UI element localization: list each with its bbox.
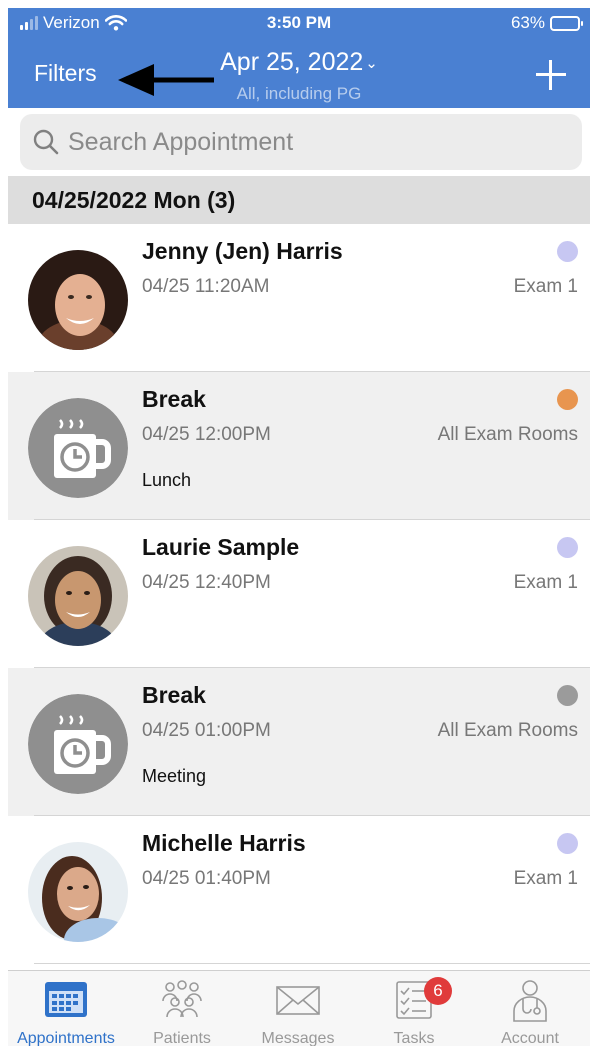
battery-icon (550, 15, 583, 31)
search-input[interactable] (68, 127, 548, 157)
row-divider (34, 963, 590, 964)
date-selector[interactable]: Apr 25, 2022 ⌄ (8, 48, 590, 77)
chevron-down-icon: ⌄ (365, 55, 378, 73)
break-mug-icon (28, 398, 128, 498)
appointment-note: Lunch (142, 470, 192, 490)
status-dot (557, 685, 578, 706)
tab-tasks[interactable]: 6 Tasks (356, 977, 472, 1046)
tab-label: Tasks (393, 1030, 435, 1046)
tab-label: Account (501, 1030, 559, 1046)
appointment-name: Break (142, 386, 206, 412)
appointment-name: Michelle Harris (142, 830, 306, 856)
tab-appointments[interactable]: Appointments (8, 979, 124, 1046)
appointment-time: 04/25 01:00PM (142, 720, 271, 741)
appointment-time: 04/25 11:20AM (142, 276, 270, 297)
tab-patients[interactable]: Patients (124, 979, 240, 1046)
appointment-row[interactable]: Michelle Harris 04/25 01:40PM Exam 1 (8, 816, 590, 964)
calendar-icon (45, 982, 87, 1017)
tasks-badge: 6 (424, 977, 452, 1005)
appointment-name: Laurie Sample (142, 534, 300, 560)
appointment-row[interactable]: Jenny (Jen) Harris 04/25 11:20AM Exam 1 (8, 224, 590, 372)
appointment-room: Exam 1 (513, 572, 578, 593)
appointment-room: All Exam Rooms (437, 424, 578, 445)
date-title: Apr 25, 2022 (220, 48, 364, 76)
status-bar: Verizon 3:50 PM 63% (8, 8, 590, 38)
battery-percent: 63% (510, 13, 545, 32)
appointment-room: All Exam Rooms (437, 720, 578, 741)
patients-icon (162, 980, 202, 1018)
status-dot (557, 537, 578, 558)
app-header: Verizon 3:50 PM 63% Filters Apr 25, 2022… (8, 8, 590, 108)
avatar (28, 250, 128, 350)
status-dot (557, 241, 578, 262)
appointment-name: Break (142, 682, 206, 708)
tab-messages[interactable]: Messages (240, 979, 356, 1046)
status-dot (557, 833, 578, 854)
status-dot (557, 389, 578, 410)
avatar (28, 842, 128, 942)
status-time: 3:50 PM (266, 13, 332, 32)
tab-account[interactable]: Account (472, 979, 588, 1046)
break-mug-icon (28, 694, 128, 794)
tab-bar: Appointments Patients Messages 6 Tasks A… (8, 970, 590, 1046)
appointment-row[interactable]: Break 04/25 01:00PM All Exam Rooms Meeti… (8, 668, 590, 816)
add-appointment-button[interactable] (536, 60, 566, 90)
appointment-room: Exam 1 (513, 276, 578, 297)
appointment-room: Exam 1 (513, 868, 578, 889)
avatar (28, 546, 128, 646)
appointment-note: Meeting (142, 766, 207, 786)
appointment-list: Jenny (Jen) Harris 04/25 11:20AM Exam 1 … (8, 224, 590, 970)
appointment-row[interactable]: Break 04/25 12:00PM All Exam Rooms Lunch (8, 372, 590, 520)
appointment-time: 04/25 01:40PM (142, 868, 271, 889)
tab-label: Appointments (17, 1030, 115, 1046)
search-bar (20, 114, 582, 170)
battery-indicator: 63% (510, 13, 583, 33)
tab-label: Patients (153, 1030, 211, 1046)
envelope-icon (276, 986, 320, 1015)
appointment-row[interactable]: Laurie Sample 04/25 12:40PM Exam 1 (8, 520, 590, 668)
day-header: 04/25/2022 Mon (3) (8, 176, 590, 224)
search-icon (33, 129, 59, 155)
filter-subtitle: All, including PG (236, 84, 362, 103)
appointment-time: 04/25 12:40PM (142, 572, 271, 593)
tab-label: Messages (261, 1030, 335, 1046)
appointment-time: 04/25 12:00PM (142, 424, 271, 445)
doctor-icon (513, 980, 547, 1022)
appointment-name: Jenny (Jen) Harris (142, 238, 343, 264)
